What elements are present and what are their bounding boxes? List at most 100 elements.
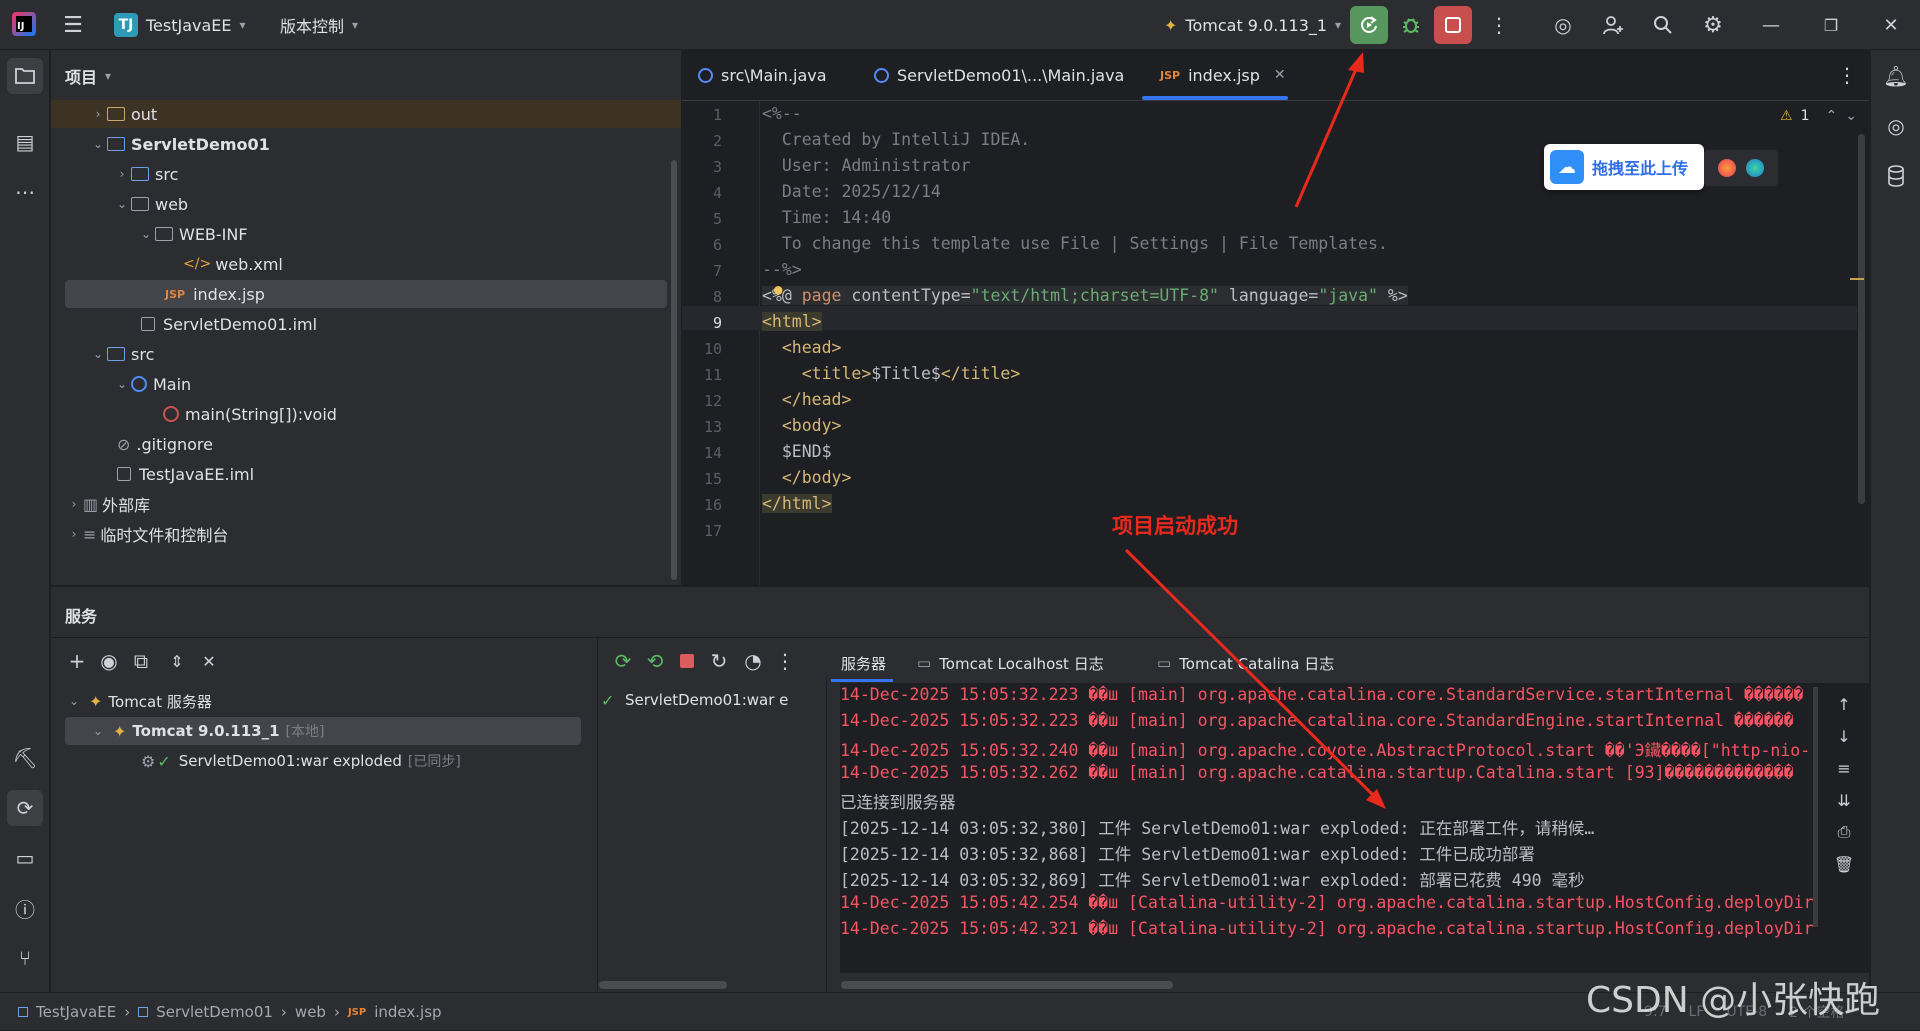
bulb-icon[interactable]: ● — [774, 282, 782, 298]
structure-tool-icon[interactable]: ▤ — [7, 124, 43, 160]
stop-icon[interactable] — [673, 647, 701, 675]
scroll-down-icon[interactable]: ↓ — [1831, 723, 1857, 749]
line-number: 17 — [703, 522, 722, 540]
collapse-all-icon[interactable]: ✕ — [195, 647, 223, 675]
database-icon[interactable] — [1878, 158, 1914, 194]
console-hscrollbar[interactable] — [841, 981, 1173, 989]
folder-icon — [155, 227, 173, 241]
service-tomcat-server[interactable]: ⌄ ✦ Tomcat 服务器 — [65, 687, 212, 715]
right-tool-strip: 🔔︎ ◎ — [1870, 50, 1920, 992]
settings-gear-icon[interactable]: ⚙ — [1698, 10, 1728, 40]
log-icon: ▭ — [1157, 654, 1172, 672]
clear-trash-icon[interactable]: 🗑︎ — [1831, 851, 1857, 877]
deploy-item-label[interactable]: ServletDemo01:war e — [625, 691, 825, 709]
more-options-icon[interactable]: ⋮ — [771, 647, 799, 675]
more-tools-icon[interactable]: ⋯ — [7, 174, 43, 210]
project-tool-icon[interactable] — [7, 58, 43, 94]
debug-button[interactable] — [1392, 6, 1430, 44]
close-icon[interactable]: ✕ — [1876, 10, 1906, 40]
scroll-to-end-icon[interactable]: ⇊ — [1831, 787, 1857, 813]
tree-item-src-root[interactable]: ⌄ src — [89, 340, 154, 368]
tree-item-servletdemo01-iml[interactable]: ServletDemo01.iml — [141, 310, 317, 338]
project-switcher[interactable]: TJ TestJavaEE ▾ — [114, 10, 246, 40]
tab-menu-icon[interactable]: ⋮ — [1832, 60, 1862, 90]
service-tomcat-instance[interactable]: ⌄ ✦ Tomcat 9.0.113_1 [本地] — [89, 717, 324, 745]
log-line: [2025-12-14 03:05:32,868] 工件 ServletDemo… — [840, 845, 1535, 864]
add-user-icon[interactable] — [1598, 10, 1628, 40]
add-service-icon[interactable]: + — [63, 647, 91, 675]
breadcrumb-item[interactable]: web — [295, 1003, 326, 1021]
log-line: [2025-12-14 03:05:32,869] 工件 ServletDemo… — [840, 871, 1585, 890]
console-tab-server[interactable]: 服务器 — [841, 643, 886, 683]
upload-widget[interactable]: ☁ 拖拽至此上传 — [1544, 144, 1704, 190]
console-tab-catalina-log[interactable]: ▭ Tomcat Catalina 日志 — [1157, 643, 1334, 683]
notifications-icon[interactable]: 🔔︎ — [1878, 58, 1914, 94]
tree-item-web[interactable]: ⌄ web — [113, 190, 188, 218]
problems-tool-icon[interactable]: ⓘ — [7, 890, 43, 926]
restore-icon[interactable]: ❐ — [1816, 10, 1846, 40]
soft-wrap-icon[interactable]: ≡ — [1831, 755, 1857, 781]
tab-servletdemo01-main-java[interactable]: ServletDemo01\...\Main.java — [874, 50, 1124, 100]
tree-item-web-xml[interactable]: </> web.xml — [183, 250, 283, 278]
build-tool-icon[interactable]: ⛏ — [7, 740, 43, 776]
services-tool-icon[interactable]: ⟳ — [7, 790, 43, 826]
breadcrumb-item[interactable]: index.jsp — [374, 1003, 441, 1021]
scroll-up-icon[interactable]: ↑ — [1831, 691, 1857, 717]
firefox-icon[interactable] — [1718, 159, 1736, 177]
check-icon: ✓ — [157, 751, 171, 771]
inspection-widget[interactable]: ⚠ 1 ⌃ ⌄ — [1780, 108, 1857, 124]
editor-scrollbar[interactable] — [1858, 134, 1865, 504]
tab-src-main-java[interactable]: src\Main.java — [698, 50, 827, 100]
git-tool-icon[interactable]: ⑂ — [7, 940, 43, 976]
ai-assistant-icon[interactable]: ◎ — [1548, 10, 1578, 40]
breadcrumb-item[interactable]: ServletDemo01 — [156, 1003, 273, 1021]
chevron-up-icon[interactable]: ⌃ — [1825, 108, 1837, 124]
app-logo-icon[interactable]: IJ — [12, 12, 36, 36]
search-icon[interactable] — [1648, 10, 1678, 40]
source-folder-icon — [107, 347, 125, 361]
tree-item-web-inf[interactable]: ⌄ WEB-INF — [137, 220, 248, 248]
tree-item-gitignore[interactable]: ⊘ .gitignore — [117, 430, 213, 458]
edge-icon[interactable] — [1746, 159, 1764, 177]
close-tab-icon[interactable]: ✕ — [1274, 67, 1286, 83]
print-icon[interactable]: ⎙ — [1831, 819, 1857, 845]
new-window-icon[interactable]: ⧉ — [127, 647, 155, 675]
chevron-down-icon: ⌄ — [140, 227, 152, 241]
xml-file-icon: </> — [183, 256, 212, 272]
tree-item-scratches[interactable]: › ≡ 临时文件和控制台 — [65, 520, 229, 548]
rerun-icon[interactable]: ⟳ — [609, 647, 637, 675]
tree-item-main-method[interactable]: main(String[]):void — [163, 400, 337, 428]
tree-item-out[interactable]: › out — [89, 100, 158, 128]
console-vscrollbar[interactable] — [1813, 687, 1818, 927]
deploy-list-scrollbar[interactable] — [599, 981, 727, 989]
chevron-down-icon: ⌄ — [116, 197, 128, 211]
tree-item-testjavaee-iml[interactable]: TestJavaEE.iml — [117, 460, 254, 488]
tree-item-src[interactable]: › src — [113, 160, 179, 188]
tree-item-external-libraries[interactable]: › ▥ 外部库 — [65, 490, 151, 518]
ai-chat-icon[interactable]: ◎ — [1878, 108, 1914, 144]
breadcrumb-item[interactable]: TestJavaEE — [36, 1003, 116, 1021]
main-menu-icon[interactable]: ☰ — [58, 10, 88, 40]
tab-index-jsp[interactable]: JSP index.jsp ✕ — [1160, 50, 1286, 100]
terminal-tool-icon[interactable]: ▭ — [7, 840, 43, 876]
rerun-button[interactable] — [1350, 6, 1388, 44]
console-output[interactable]: 14-Dec-2025 15:05:32.223 ��ш [main] org.… — [840, 683, 1870, 973]
tree-item-main-class[interactable]: ⌄ Main — [113, 370, 191, 398]
expand-all-icon[interactable]: ⇕ — [163, 647, 191, 675]
redeploy-icon[interactable]: ⟲ — [641, 647, 669, 675]
tree-item-index-jsp[interactable]: JSP index.jsp — [165, 280, 265, 308]
dashboard-icon[interactable]: ◔ — [739, 647, 767, 675]
stop-button[interactable] — [1434, 6, 1472, 44]
chevron-down-icon[interactable]: ⌄ — [1845, 108, 1857, 124]
refresh-icon[interactable]: ↻ — [705, 647, 733, 675]
vcs-menu[interactable]: 版本控制 ▾ — [280, 10, 358, 40]
service-artifact[interactable]: ⚙ ✓ ServletDemo01:war exploded [已同步] — [141, 747, 461, 775]
run-config-selector[interactable]: ✦ Tomcat 9.0.113_1 ▾ — [1164, 10, 1341, 40]
project-panel-header[interactable]: 项目 ▾ — [65, 64, 111, 88]
eye-icon[interactable]: ◉ — [95, 647, 123, 675]
more-actions-icon[interactable]: ⋮ — [1484, 10, 1514, 40]
project-scrollbar[interactable] — [671, 160, 677, 580]
minimize-icon[interactable]: — — [1756, 10, 1786, 40]
console-tab-localhost-log[interactable]: ▭ Tomcat Localhost 日志 — [917, 643, 1104, 683]
tree-item-servletdemo01[interactable]: ⌄ ServletDemo01 — [89, 130, 270, 158]
